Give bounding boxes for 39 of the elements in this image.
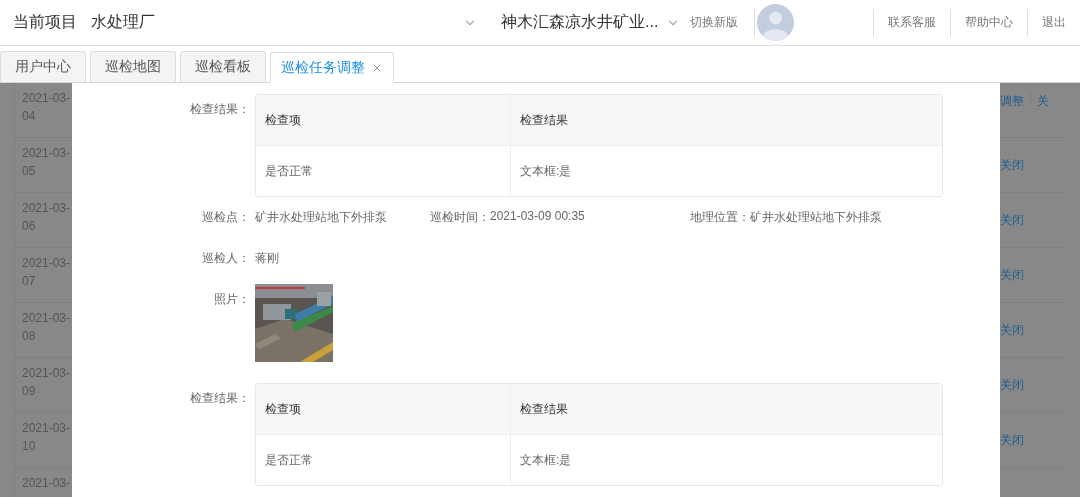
action-link[interactable]: 关闭 <box>1000 376 1024 394</box>
field-label: 照片： <box>213 291 251 308</box>
action-link[interactable]: 关闭 <box>1000 321 1024 339</box>
field-value: 蒋刚 <box>255 250 279 267</box>
switch-version-link[interactable]: 切换新版 <box>690 14 739 31</box>
field-value: 矿井水处理站地下外排泵 <box>255 209 387 226</box>
action-link[interactable]: 关 <box>1037 93 1049 110</box>
tab[interactable]: 巡检地图 <box>90 51 176 82</box>
column-header: 检查项 <box>256 95 510 146</box>
project-name: 水处理厂 <box>91 12 155 32</box>
avatar-icon[interactable] <box>757 4 795 41</box>
tab[interactable]: 巡检看板 <box>180 51 266 82</box>
action-link[interactable]: 关闭 <box>1000 156 1024 174</box>
project-label: 当前项目 <box>13 12 77 32</box>
table-cell-text: 文本框:是 <box>519 451 573 469</box>
tab[interactable]: 用户中心 <box>0 51 86 82</box>
column-header: 检查项 <box>256 384 510 435</box>
field-label: 地理位置： <box>690 209 750 226</box>
table-cell-text: 是否正常 <box>264 162 314 180</box>
field-value: 矿井水处理站地下外排泵 <box>750 209 882 226</box>
tab[interactable]: 巡检任务调整 <box>270 52 394 83</box>
table-cell-text: 文本框:是 <box>519 162 573 180</box>
header-link[interactable]: 退出 <box>1028 14 1080 31</box>
field-label: 巡检点： <box>201 209 251 226</box>
field-label: 巡检人： <box>201 250 251 267</box>
action-link[interactable]: 关闭 <box>1000 431 1024 449</box>
column-header: 检查结果 <box>511 384 942 435</box>
header-link[interactable]: 帮助中心 <box>951 14 1027 31</box>
action-link[interactable]: 关闭 <box>1000 211 1024 229</box>
action-link[interactable]: 关闭 <box>1000 266 1024 284</box>
company-name[interactable]: 神木汇森凉水井矿业... <box>501 12 659 33</box>
header-link[interactable]: 联系客服 <box>874 14 950 31</box>
table-cell-text: 是否正常 <box>264 451 314 469</box>
field-label: 检查结果： <box>189 390 251 407</box>
column-header: 检查结果 <box>511 95 942 146</box>
field-value: 2021-03-09 00:35 <box>490 209 585 225</box>
action-link[interactable]: 调整 <box>1000 93 1024 110</box>
field-label: 巡检时间： <box>430 209 490 226</box>
field-label: 检查结果： <box>189 101 251 118</box>
